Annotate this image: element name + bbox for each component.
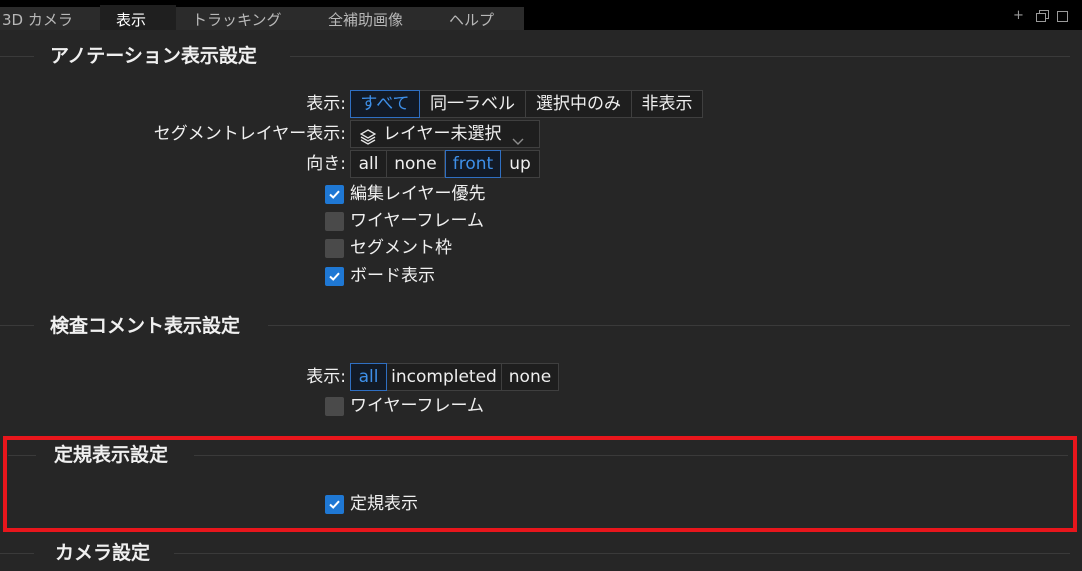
- annotation-section-title: アノテーション表示設定: [50, 45, 257, 67]
- section-divider: [0, 56, 34, 57]
- annotation-display-all-button[interactable]: すべて: [350, 90, 420, 118]
- tab-bar: 3D カメラ 表示 トラッキング 全補助画像 ヘルプ +: [0, 0, 1082, 30]
- inspection-display-incompleted-button[interactable]: incompleted: [387, 363, 502, 391]
- segment-frame-checkbox[interactable]: セグメント枠: [325, 237, 452, 259]
- tab-3d-camera[interactable]: 3D カメラ: [0, 7, 100, 30]
- inspection-wireframe-checkbox[interactable]: ワイヤーフレーム: [325, 395, 484, 417]
- section-divider: [268, 325, 1070, 326]
- tab-help[interactable]: ヘルプ: [433, 7, 524, 30]
- tab-display[interactable]: 表示: [100, 5, 176, 30]
- orientation-label: 向き:: [306, 154, 346, 174]
- wireframe-checkbox[interactable]: ワイヤーフレーム: [325, 210, 484, 232]
- checkbox-unchecked[interactable]: [325, 396, 344, 416]
- section-divider: [0, 553, 34, 554]
- orientation-front-button[interactable]: front: [445, 150, 501, 178]
- inspection-display-none-button[interactable]: none: [502, 363, 559, 391]
- checkbox-unchecked[interactable]: [325, 211, 344, 231]
- section-divider: [174, 553, 1070, 554]
- checkbox-label: ボード表示: [350, 266, 435, 286]
- checkbox-checked[interactable]: [325, 266, 344, 286]
- chevron-down-icon: [511, 129, 525, 145]
- checkbox-label: ワイヤーフレーム: [350, 211, 484, 231]
- checkbox-label: 編集レイヤー優先: [350, 184, 486, 204]
- annotation-display-hidden-button[interactable]: 非表示: [632, 90, 703, 118]
- annotation-display-same-label-button[interactable]: 同一ラベル: [420, 90, 526, 118]
- checkbox-checked[interactable]: [325, 184, 344, 204]
- annotation-display-segmented: すべて 同一ラベル 選択中のみ 非表示: [350, 90, 703, 118]
- check-icon: [329, 190, 340, 199]
- section-divider: [0, 325, 34, 326]
- layers-icon: [359, 127, 377, 145]
- inspection-section-title: 検査コメント表示設定: [50, 315, 241, 337]
- check-icon: [329, 272, 340, 281]
- tab-aux-images[interactable]: 全補助画像: [312, 7, 433, 30]
- checkbox-label: ワイヤーフレーム: [350, 396, 484, 416]
- segment-layer-dropdown[interactable]: レイヤー未選択: [350, 120, 540, 148]
- orientation-segmented: all none front up: [350, 150, 540, 178]
- checkbox-label: セグメント枠: [350, 238, 452, 258]
- tab-tracking[interactable]: トラッキング: [176, 7, 312, 30]
- maximize-icon[interactable]: [1057, 11, 1068, 22]
- inspection-display-label: 表示:: [306, 367, 346, 387]
- segment-layer-value: レイヤー未選択: [383, 124, 502, 144]
- section-divider: [290, 56, 1070, 57]
- camera-section-title: カメラ設定: [55, 542, 151, 564]
- inspection-display-segmented: all incompleted none: [350, 363, 559, 391]
- annotation-display-label: 表示:: [306, 94, 346, 114]
- annotation-display-selected-only-button[interactable]: 選択中のみ: [526, 90, 632, 118]
- segment-layer-label: セグメントレイヤー表示:: [153, 124, 346, 144]
- edit-layer-priority-checkbox[interactable]: 編集レイヤー優先: [325, 183, 486, 205]
- orientation-up-button[interactable]: up: [501, 150, 540, 178]
- orientation-all-button[interactable]: all: [350, 150, 387, 178]
- board-display-checkbox[interactable]: ボード表示: [325, 265, 435, 287]
- checkbox-unchecked[interactable]: [325, 238, 344, 258]
- inspection-display-all-button[interactable]: all: [350, 363, 387, 391]
- orientation-none-button[interactable]: none: [387, 150, 445, 178]
- add-tab-icon[interactable]: +: [1013, 9, 1024, 22]
- restore-icon[interactable]: [1036, 10, 1049, 22]
- highlight-box: [3, 436, 1077, 532]
